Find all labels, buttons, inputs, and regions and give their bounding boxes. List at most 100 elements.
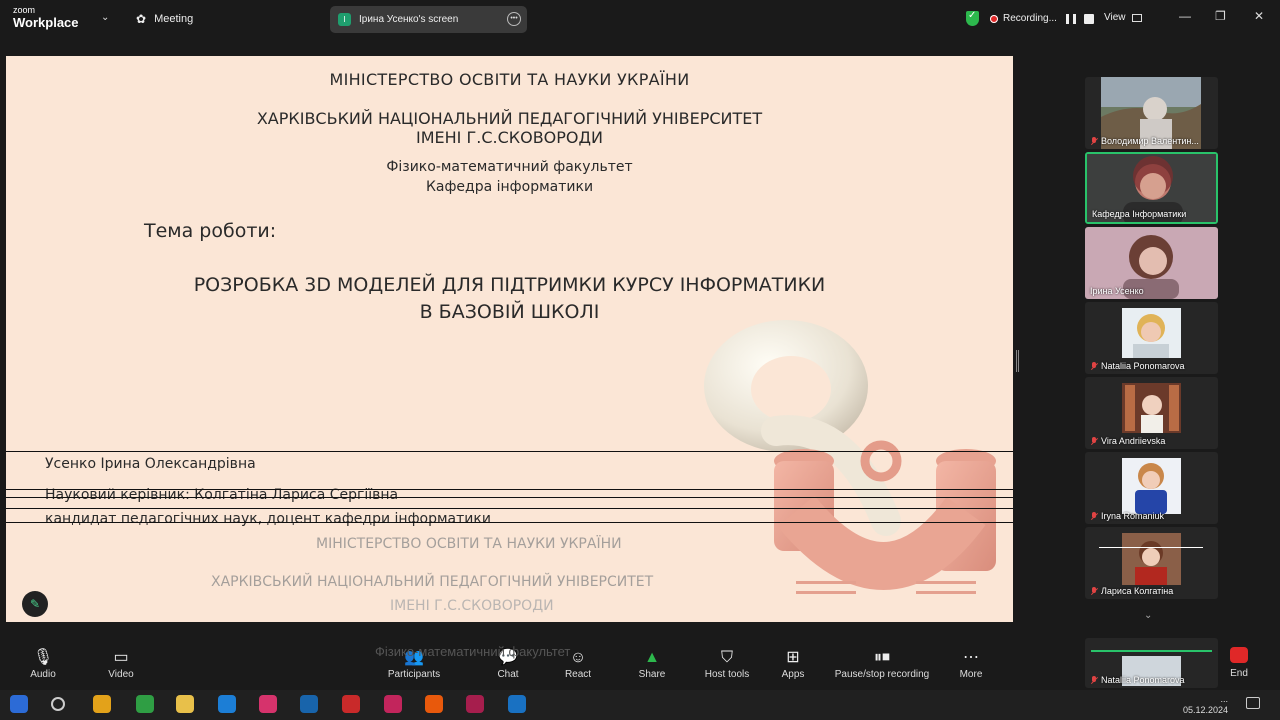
end-call-icon (1230, 647, 1248, 663)
apps-grid-icon: ⊞ (786, 649, 800, 666)
grid-view-icon (1131, 13, 1142, 22)
participant-name: Кафедра Інформатики (1092, 209, 1187, 219)
pause-stop-recording-button[interactable]: ⏸⏹ Pause/stop recording (827, 647, 937, 680)
view-label: View (1104, 12, 1126, 23)
app-icon[interactable] (466, 695, 484, 713)
render-artifact-line (6, 522, 1013, 523)
chat-label: Chat (497, 669, 519, 680)
participant-tile[interactable]: Vira Andriievska (1085, 377, 1218, 449)
recording-label: Recording... (1003, 13, 1057, 24)
panel-resize-handle[interactable] (1016, 350, 1019, 372)
maximize-icon[interactable]: ❐ (1215, 9, 1226, 23)
annotate-pen-icon[interactable]: ✎ (22, 591, 48, 617)
ghost-university-text: ХАРКІВСЬКИЙ НАЦІОНАЛЬНИЙ ПЕДАГОГІЧНИЙ УН… (211, 574, 654, 590)
zoom-taskbar-icon[interactable] (508, 695, 526, 713)
participant-name: Лариса Колгатіна (1101, 586, 1174, 596)
participant-tile[interactable]: Лариса Колгатіна (1085, 527, 1218, 599)
participant-name: Nataliia Ponomarova (1101, 675, 1185, 685)
faculty-text: Фізико-математичний факультет (386, 159, 633, 175)
participant-name-label: Володимир Валентин... (1090, 136, 1199, 146)
zoom-window: zoom Workplace ⌄ ✿ Meeting I Ірина Усенк… (0, 0, 1280, 720)
participant-name: Nataliia Ponomarova (1101, 361, 1185, 371)
meeting-menu[interactable]: ✿ Meeting (136, 12, 193, 26)
pause-stop-icon: ⏸⏹ (873, 649, 890, 666)
participant-name: Vira Andriievska (1101, 436, 1166, 446)
app-icon[interactable] (218, 695, 236, 713)
pause-stop-label: Pause/stop recording (834, 669, 930, 680)
view-button[interactable]: View (1104, 12, 1142, 23)
app-icon[interactable] (93, 695, 111, 713)
participant-tile[interactable]: Володимир Валентин... (1085, 77, 1218, 149)
participant-tile[interactable]: Iryna Romaniuk (1085, 452, 1218, 524)
university-heading-line1: ХАРКІВСЬКИЙ НАЦІОНАЛЬНИЙ ПЕДАГОГІЧНИЙ УН… (256, 109, 763, 128)
more-options-icon[interactable]: ••• (507, 12, 521, 26)
university-heading-line2: ІМЕНІ Г.С.СКОВОРОДИ (416, 128, 603, 147)
participant-tile[interactable]: Ірина Усенко (1085, 227, 1218, 299)
stop-recording-icon[interactable] (1083, 13, 1094, 24)
participant-name-label: Vira Andriievska (1090, 436, 1165, 446)
app-icon[interactable] (425, 695, 443, 713)
end-label: End (1230, 668, 1248, 679)
ghost-faculty-text: Фізико-математичний факультет (375, 644, 571, 659)
search-icon[interactable] (51, 697, 65, 711)
app-icon[interactable] (136, 695, 154, 713)
paw-icon: ✿ (136, 12, 147, 26)
mic-muted-icon (1090, 136, 1098, 146)
topic-label: Тема роботи: (144, 220, 277, 242)
host-tools-label: Host tools (704, 669, 750, 680)
minimize-icon[interactable]: — (1179, 9, 1191, 23)
chevron-down-icon[interactable]: ⌄ (101, 12, 109, 23)
participant-tile[interactable]: Nataliia Ponomarova (1085, 638, 1218, 688)
recording-indicator: Recording... (990, 13, 1094, 24)
participant-tile-active-speaker[interactable]: Кафедра Інформатики (1085, 152, 1218, 224)
app-icon[interactable] (384, 695, 402, 713)
presenter-badge: I (338, 13, 351, 26)
react-label: React (564, 669, 592, 680)
chevron-down-icon[interactable]: ⌄ (1144, 610, 1152, 621)
apps-label: Apps (781, 669, 805, 680)
render-artifact-line (6, 508, 1013, 509)
meeting-label: Meeting (154, 13, 194, 25)
clock-time: ... (1220, 694, 1228, 704)
pause-recording-icon[interactable] (1065, 13, 1076, 24)
title-bar: zoom Workplace ⌄ ✿ Meeting I Ірина Усенк… (0, 0, 1280, 38)
participant-tile[interactable]: Nataliia Ponomarova (1085, 302, 1218, 374)
participant-name: Ірина Усенко (1090, 286, 1144, 296)
notifications-icon[interactable] (1246, 697, 1260, 709)
file-explorer-icon[interactable] (176, 695, 194, 713)
participant-name-label: Iryna Romaniuk (1090, 511, 1164, 521)
app-icon[interactable] (342, 695, 360, 713)
app-icon[interactable] (259, 695, 277, 713)
screen-share-indicator[interactable]: I Ірина Усенко's screen ••• (330, 6, 527, 33)
participant-name: Володимир Валентин... (1101, 136, 1199, 146)
participant-name: Iryna Romaniuk (1101, 511, 1165, 521)
video-button[interactable]: ▭ Video (81, 647, 161, 680)
security-shield-icon[interactable] (966, 10, 979, 26)
participant-name-label: Nataliia Ponomarova (1090, 675, 1185, 685)
apps-button[interactable]: ⊞ Apps (753, 647, 833, 680)
audio-button[interactable]: 🎙 Audio (3, 647, 83, 680)
close-icon[interactable]: ✕ (1254, 9, 1264, 23)
end-meeting-button[interactable]: End (1224, 647, 1254, 679)
mic-muted-icon (1090, 436, 1098, 446)
decorative-3d-shapes-illustration (704, 320, 996, 594)
logo-zoom-text: zoom (13, 5, 36, 15)
share-button[interactable]: ▲ Share (612, 647, 692, 680)
system-clock[interactable]: ... 05.12.2024 (1183, 694, 1228, 716)
participant-name-label: Кафедра Інформатики (1092, 209, 1186, 219)
word-icon[interactable] (300, 695, 318, 713)
department-text: Кафедра інформатики (425, 179, 594, 195)
zoom-logo[interactable]: zoom Workplace (13, 5, 79, 30)
render-artifact-line (6, 489, 1013, 490)
ghost-named-text: ІМЕНІ Г.С.СКОВОРОДИ (390, 598, 554, 614)
windows-start-icon[interactable] (10, 695, 28, 713)
windows-taskbar: ... 05.12.2024 (0, 690, 1280, 720)
more-dots-icon: ⋯ (963, 649, 979, 666)
more-button[interactable]: ⋯ More (931, 647, 1011, 680)
ghost-ministry-text: МІНІСТЕРСТВО ОСВІТИ ТА НАУКИ УКРАЇНИ (316, 536, 622, 552)
mic-muted-icon (1090, 586, 1098, 596)
supervisor-title: кандидат педагогічних наук, доцент кафед… (45, 511, 491, 527)
record-dot-icon (990, 14, 998, 23)
microphone-icon: 🎙 (32, 649, 54, 666)
audio-label: Audio (30, 669, 56, 680)
